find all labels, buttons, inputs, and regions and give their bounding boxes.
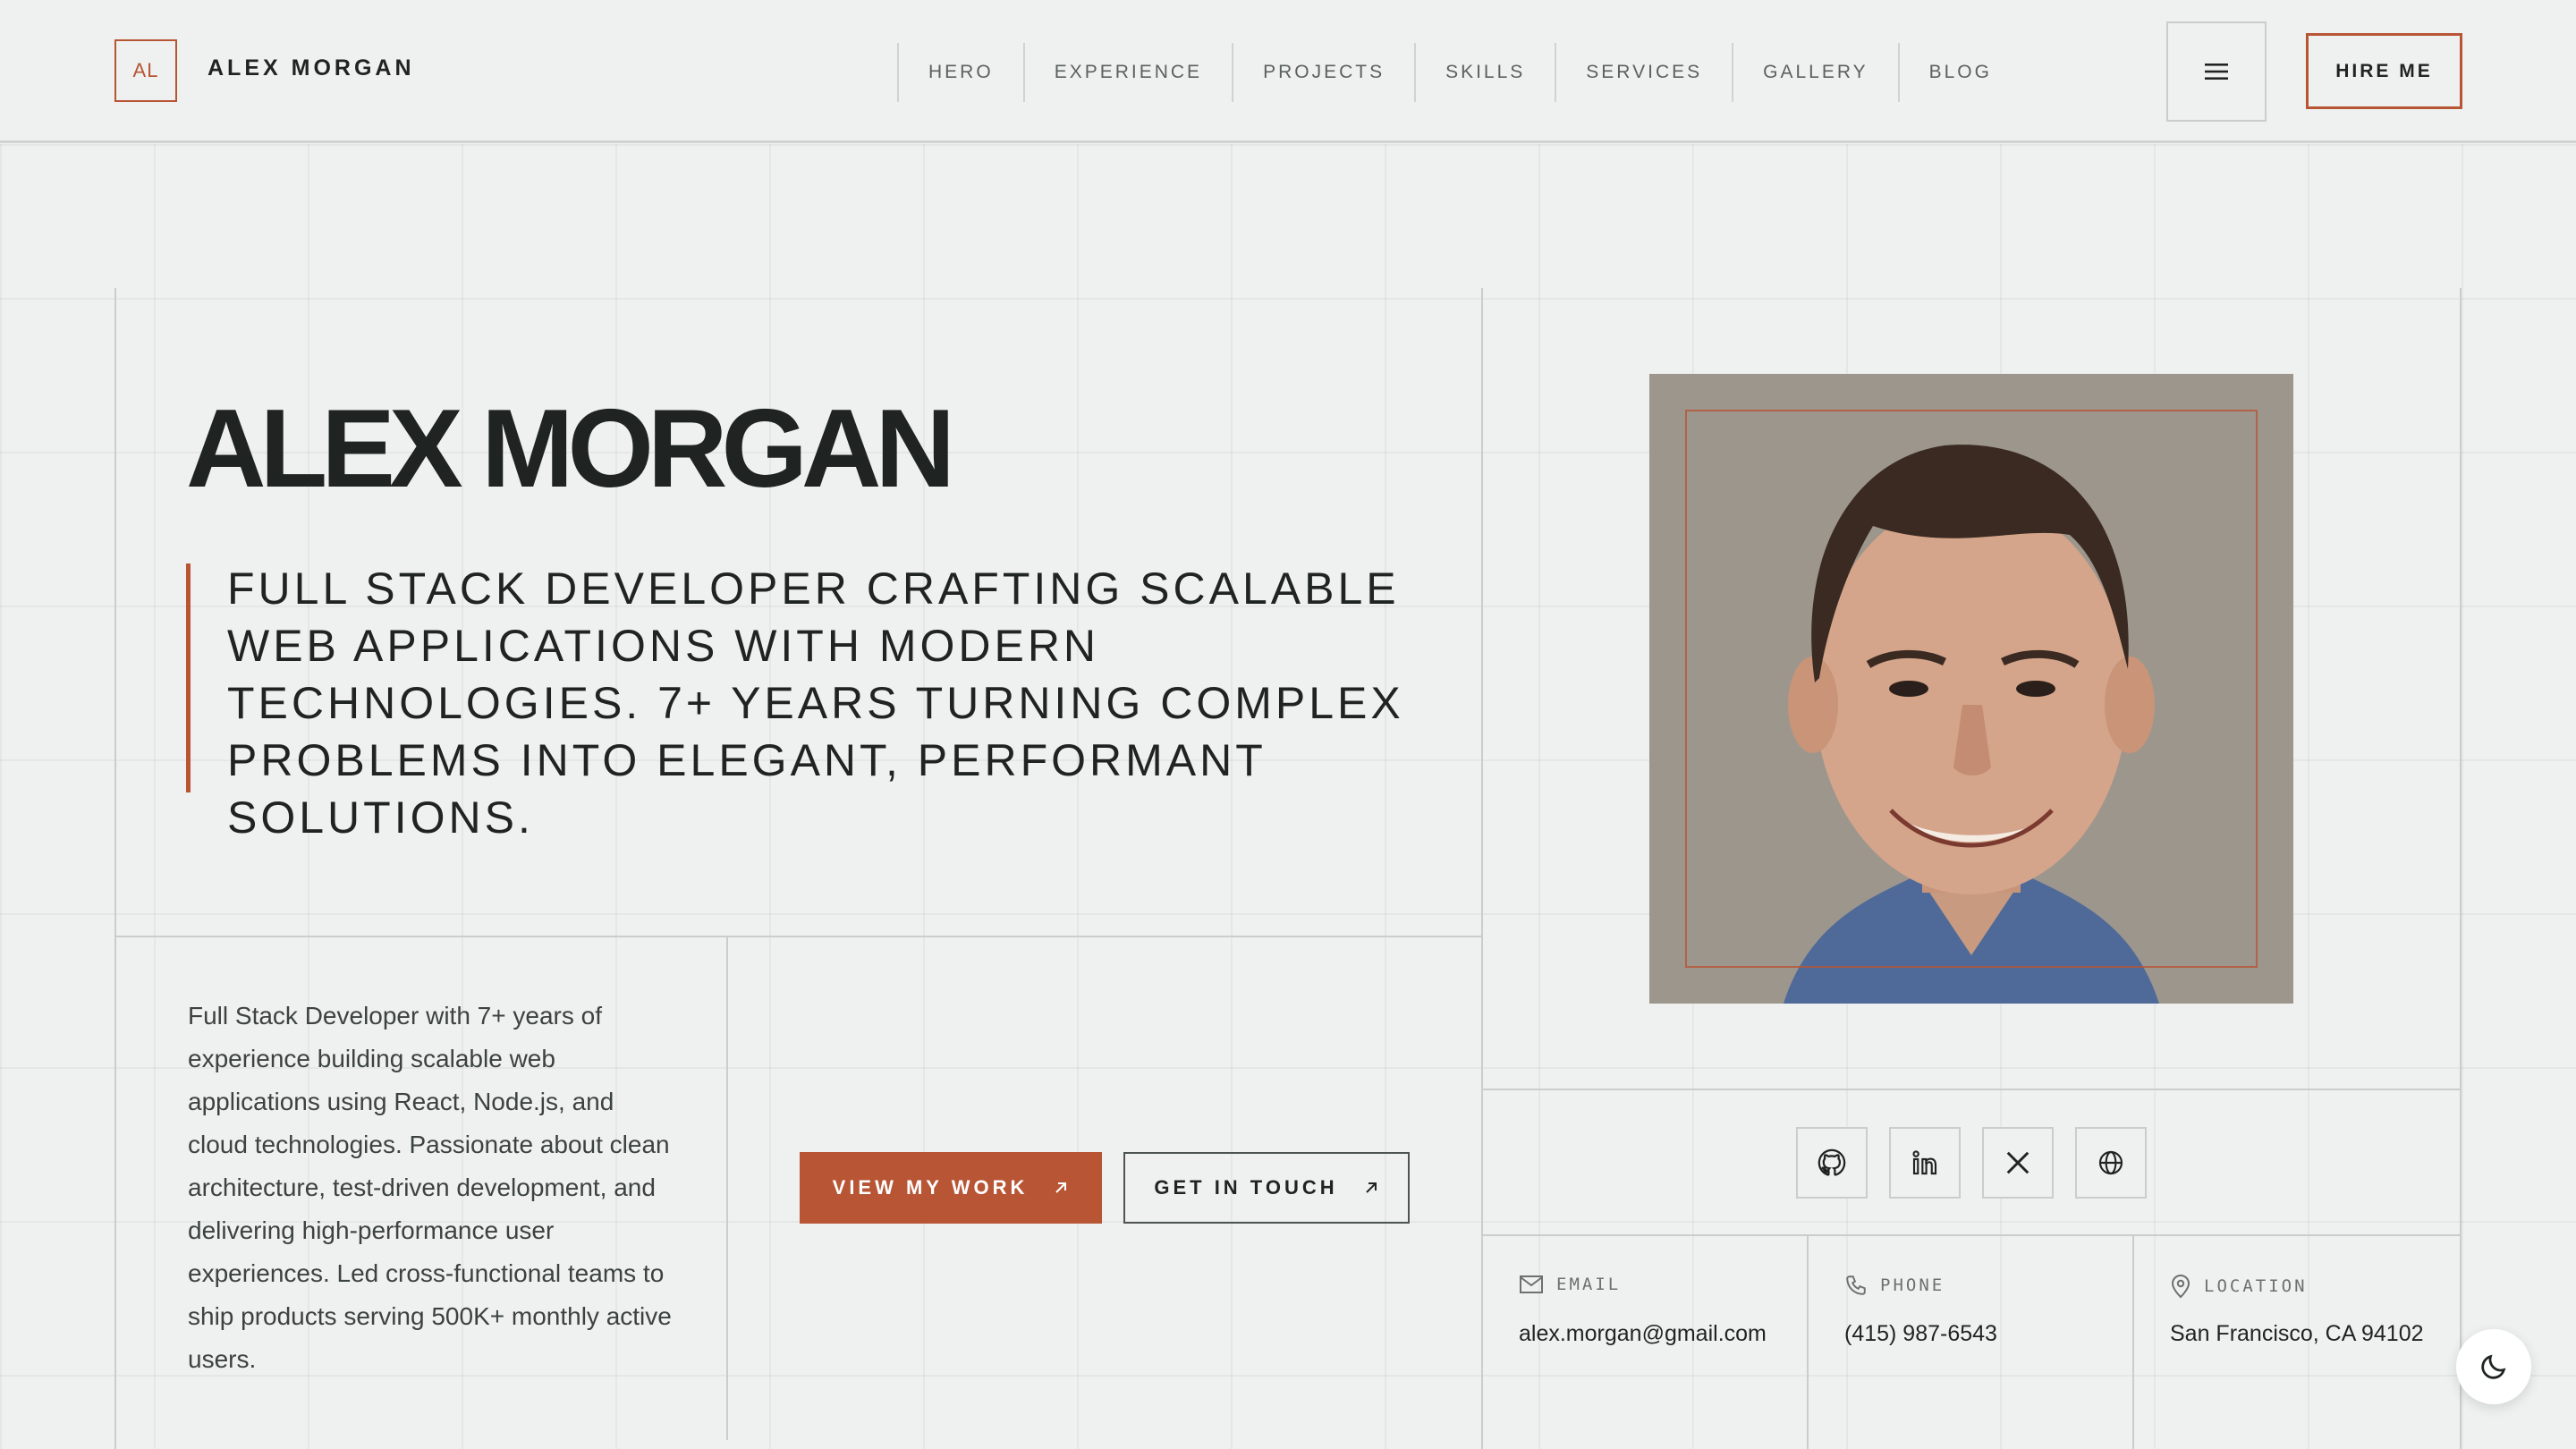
logo-initials[interactable]: AL [114, 39, 177, 102]
divider-social-top [1481, 1089, 2462, 1090]
divider-contact-2 [2132, 1234, 2134, 1449]
github-link[interactable] [1796, 1127, 1868, 1199]
hero-tagline: FULL STACK DEVELOPER CRAFTING SCALABLE W… [227, 564, 1404, 843]
map-pin-icon [2171, 1275, 2190, 1299]
portrait-accent-frame [1685, 410, 2258, 968]
linkedin-icon [1912, 1150, 1937, 1175]
menu-button[interactable] [2166, 21, 2267, 122]
email-label: EMAIL [1556, 1275, 1622, 1294]
site-header: AL ALEX MORGAN HERO EXPERIENCE PROJECTS … [0, 0, 2576, 143]
website-link[interactable] [2075, 1127, 2147, 1199]
frame-line-center [1481, 288, 1483, 1449]
get-in-touch-button[interactable]: GET IN TOUCH [1123, 1152, 1410, 1224]
nav-item-experience[interactable]: EXPERIENCE [1022, 43, 1232, 102]
location-label: LOCATION [2204, 1276, 2308, 1296]
nav-item-hero[interactable]: HERO [897, 43, 1023, 102]
email-value[interactable]: alex.morgan@gmail.com [1519, 1321, 1767, 1347]
divider-contact-top [1481, 1234, 2462, 1236]
hero-name: ALEX MORGAN [186, 387, 955, 511]
location-label-group: LOCATION [2170, 1274, 2308, 1299]
x-link[interactable] [1982, 1127, 2054, 1199]
profile-photo [1649, 374, 2293, 1004]
tagline-accent-bar [186, 564, 191, 792]
nav-item-services[interactable]: SERVICES [1555, 43, 1732, 102]
nav-item-skills[interactable]: SKILLS [1414, 43, 1555, 102]
view-my-work-button[interactable]: VIEW MY WORK [800, 1152, 1102, 1224]
main-nav: HERO EXPERIENCE PROJECTS SKILLS SERVICES… [897, 43, 2021, 102]
frame-line-left [114, 288, 116, 1449]
globe-icon [2098, 1150, 2123, 1175]
divider-contact-1 [1807, 1234, 1809, 1449]
mail-icon [1520, 1275, 1543, 1293]
location-value: San Francisco, CA 94102 [2170, 1321, 2424, 1346]
linkedin-link[interactable] [1889, 1127, 1961, 1199]
moon-icon [2481, 1354, 2506, 1379]
divider-bio [726, 936, 728, 1440]
nav-item-projects[interactable]: PROJECTS [1232, 43, 1414, 102]
phone-icon [1846, 1275, 1866, 1295]
hero-bio: Full Stack Developer with 7+ years of ex… [188, 1002, 672, 1373]
hire-me-button[interactable]: HIRE ME [2306, 33, 2462, 109]
theme-toggle-button[interactable] [2456, 1329, 2531, 1404]
brand-name[interactable]: ALEX MORGAN [208, 55, 415, 81]
github-icon [1818, 1148, 1846, 1176]
view-my-work-label: VIEW MY WORK [832, 1176, 1029, 1199]
get-in-touch-label: GET IN TOUCH [1154, 1176, 1338, 1199]
hamburger-icon [2205, 64, 2228, 80]
phone-label: PHONE [1880, 1275, 1945, 1295]
nav-item-blog[interactable]: BLOG [1897, 43, 2021, 102]
phone-value[interactable]: (415) 987-6543 [1844, 1321, 1997, 1347]
arrow-up-right-icon [1055, 1182, 1067, 1193]
x-icon [2006, 1151, 2029, 1174]
phone-label-group: PHONE [1844, 1274, 1945, 1297]
frame-line-right [2460, 288, 2462, 1449]
email-label-group: EMAIL [1519, 1274, 1621, 1295]
arrow-up-right-icon [1365, 1182, 1377, 1193]
divider-hero-bottom [114, 936, 1483, 937]
nav-item-gallery[interactable]: GALLERY [1732, 43, 1898, 102]
